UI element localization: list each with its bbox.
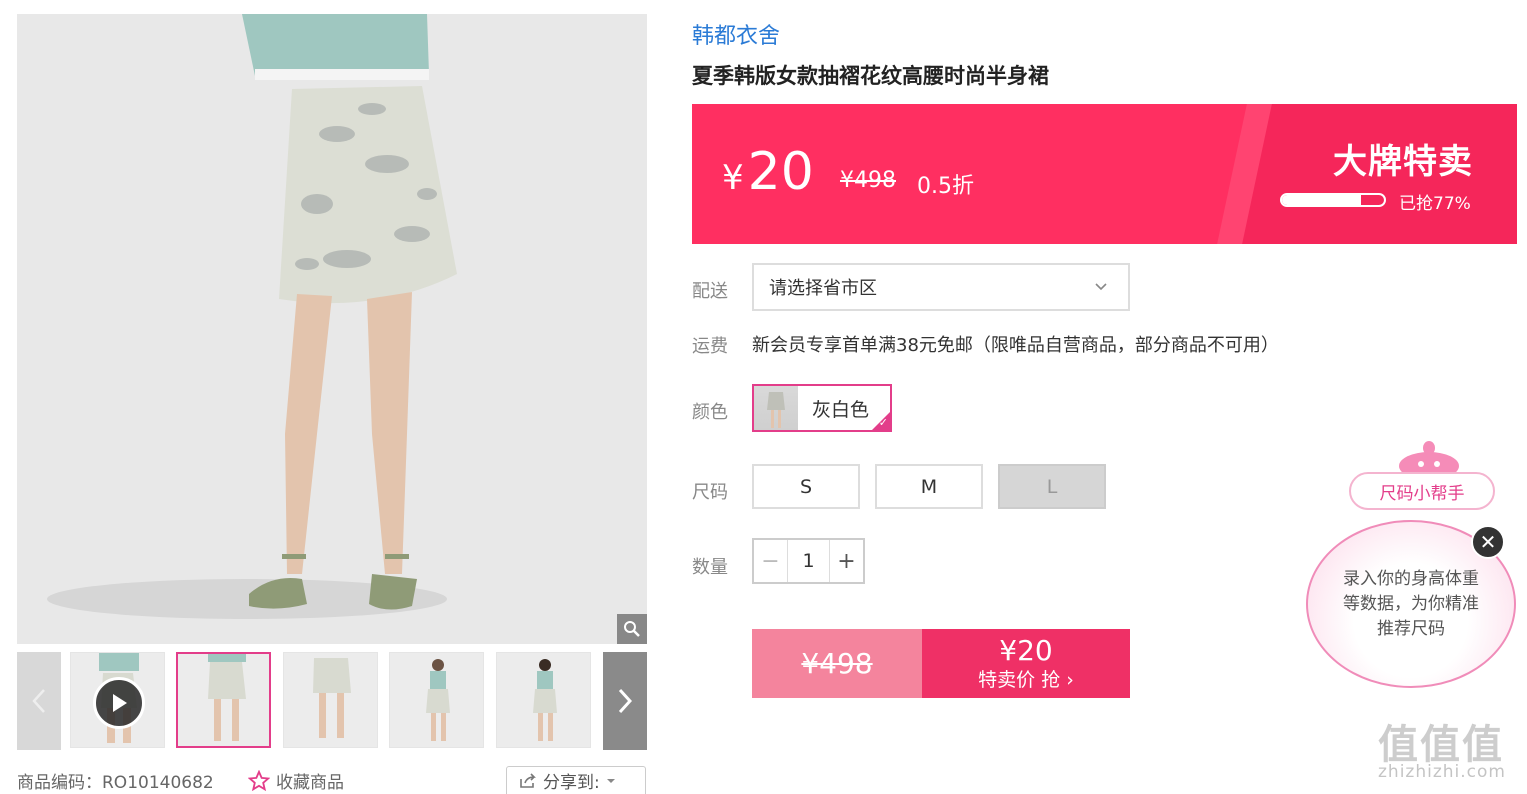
delivery-label: 配送 (692, 281, 728, 302)
current-price: ¥ 20 (722, 142, 814, 202)
product-code-value: RO10140682 (102, 773, 214, 793)
favorite-button[interactable]: 收藏商品 (248, 768, 344, 793)
brand-link[interactable]: 韩都衣舍 (692, 18, 780, 50)
buy-original-price[interactable]: ¥498 (752, 629, 922, 698)
color-label: 颜色 (692, 402, 728, 423)
thumbnail-video[interactable] (70, 652, 165, 748)
product-code-label: 商品编码： (17, 773, 102, 793)
sale-label: 大牌特卖 (1333, 142, 1473, 182)
thumbnail-image[interactable] (496, 652, 591, 748)
current-price-value: 20 (747, 142, 814, 202)
quantity-stepper: − 1 + (752, 538, 865, 584)
product-code: 商品编码：RO10140682 (17, 768, 214, 793)
star-icon (248, 769, 270, 791)
discount-label: 0.5折 (917, 174, 974, 199)
check-icon: ✓ (878, 416, 888, 429)
buy-action-label: 特卖价 抢 › (978, 668, 1074, 691)
chevron-left-icon (32, 689, 45, 713)
chevron-down-icon (606, 778, 615, 783)
zoom-icon[interactable] (617, 614, 647, 644)
size-option-s[interactable]: S (752, 464, 860, 509)
chevron-down-icon (1095, 283, 1107, 291)
close-icon[interactable]: ✕ (1471, 525, 1505, 559)
quantity-label: 数量 (692, 557, 728, 578)
original-price: ¥498 (840, 168, 896, 193)
quantity-value[interactable]: 1 (788, 540, 829, 582)
sold-progress-fill (1282, 195, 1361, 205)
thumbnail-image[interactable] (283, 652, 378, 748)
buy-price: ¥20 (999, 633, 1053, 667)
size-helper-title[interactable]: 尺码小帮手 (1349, 472, 1495, 510)
product-title: 夏季韩版女款抽褶花纹高腰时尚半身裙 (692, 64, 1049, 88)
color-swatch (754, 386, 798, 430)
shipping-text: 新会员专享首单满38元免邮（限唯品自营商品，部分商品不可用） (752, 335, 1279, 356)
share-icon (520, 772, 536, 788)
size-option-l: L (998, 464, 1106, 509)
shipping-label: 运费 (692, 336, 728, 357)
watermark-url: zhizhizhi.com (1378, 762, 1506, 782)
favorite-label: 收藏商品 (276, 773, 344, 793)
thumbnail-image[interactable] (176, 652, 271, 748)
chevron-right-icon (618, 688, 632, 714)
size-helper-message: 录入你的身高体重等数据，为你精准推荐尺码 (1343, 568, 1479, 639)
sold-progress-bar (1280, 193, 1386, 207)
delivery-select[interactable]: 请选择省市区 (752, 263, 1130, 311)
thumbnail-prev-button[interactable] (17, 652, 61, 750)
product-photo (17, 14, 647, 644)
delivery-select-value: 请选择省市区 (769, 278, 877, 299)
thumbnail-strip (17, 652, 647, 750)
size-label: 尺码 (692, 482, 728, 503)
share-label: 分享到: (543, 773, 600, 793)
thumbnail-next-button[interactable] (603, 652, 647, 750)
thumbnail-image[interactable] (389, 652, 484, 748)
mascot-icon (1399, 441, 1459, 476)
main-product-image[interactable] (17, 14, 647, 644)
currency-symbol: ¥ (722, 158, 744, 198)
buy-now-button[interactable]: ¥20 特卖价 抢 › (922, 629, 1130, 698)
size-option-m[interactable]: M (875, 464, 983, 509)
share-button[interactable]: 分享到: (506, 766, 646, 794)
sold-percent-text: 已抢77% (1399, 194, 1471, 214)
quantity-increase-button[interactable]: + (829, 540, 863, 582)
quantity-decrease-button[interactable]: − (754, 540, 788, 582)
color-name: 灰白色 (812, 398, 870, 421)
price-banner: ¥ 20 ¥498 0.5折 大牌特卖 已抢77% (692, 104, 1517, 244)
play-icon[interactable] (93, 677, 145, 729)
color-option[interactable]: 灰白色 ✓ (752, 384, 892, 432)
